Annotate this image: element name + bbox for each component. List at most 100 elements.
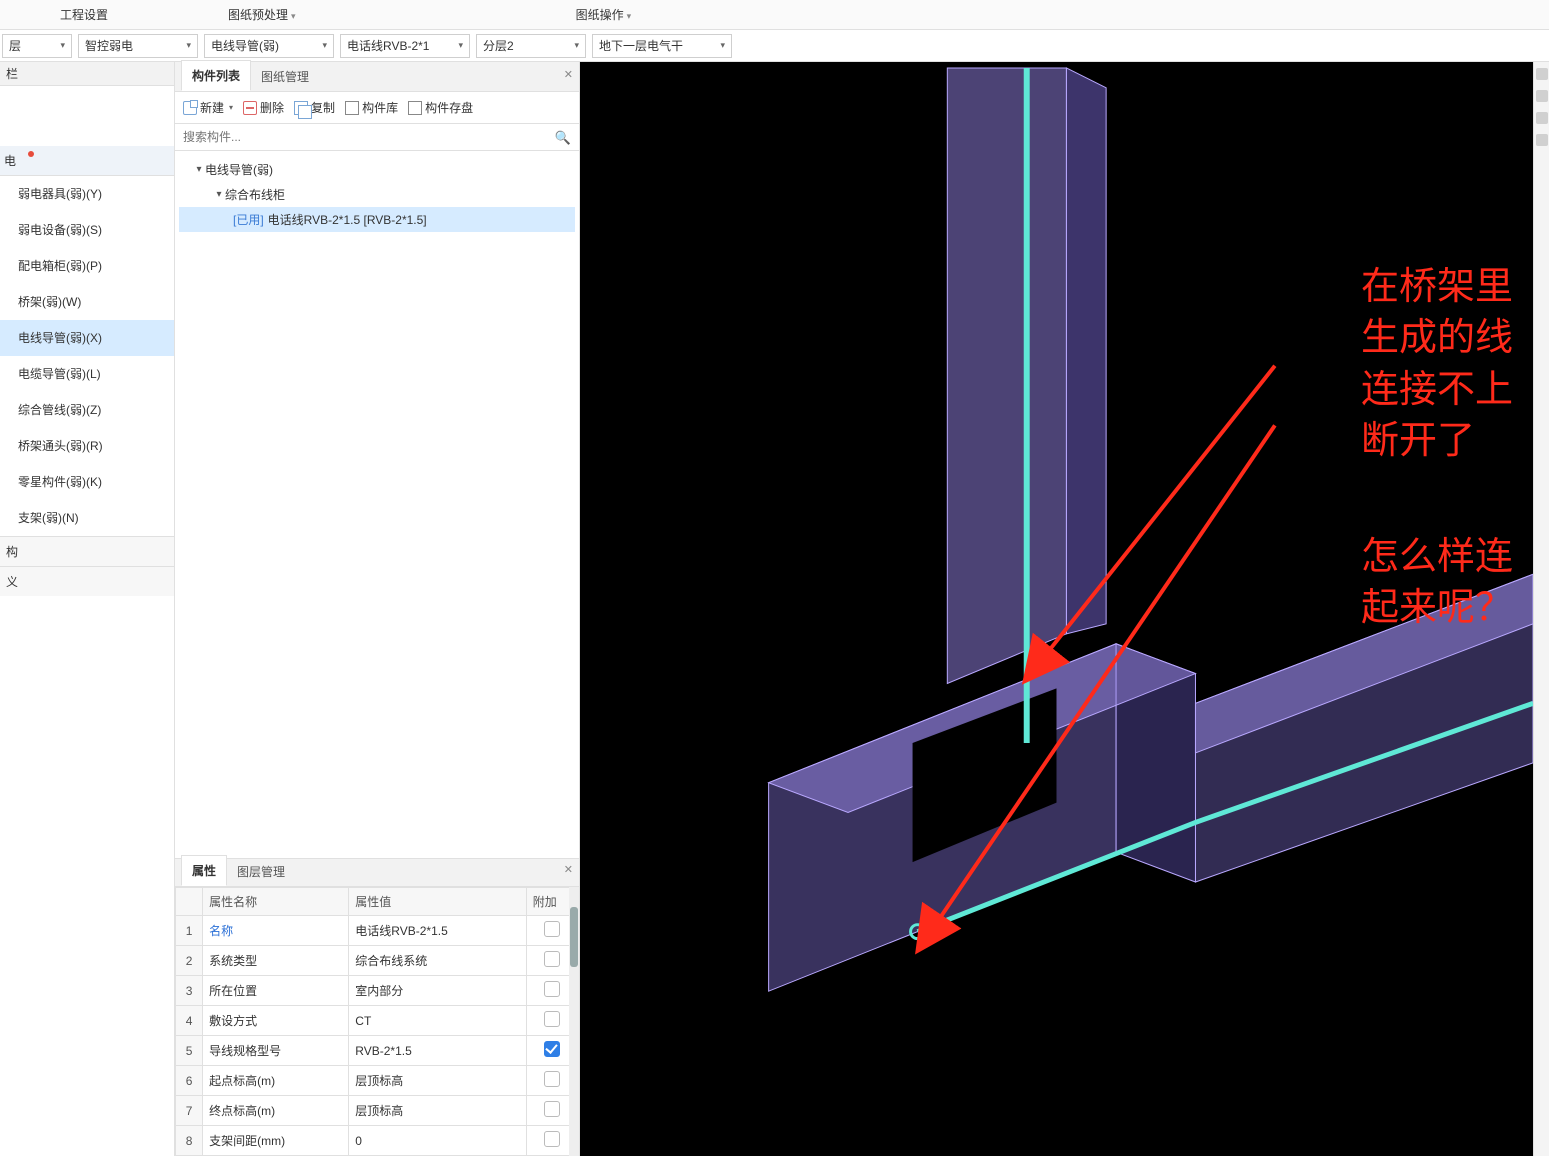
- checkbox[interactable]: [544, 1131, 560, 1147]
- save-icon: [408, 101, 422, 115]
- checkbox[interactable]: [544, 921, 560, 937]
- search-icon[interactable]: 🔍: [555, 130, 571, 146]
- prop-value[interactable]: 层顶标高: [349, 1096, 526, 1126]
- row-number: 4: [176, 1006, 203, 1036]
- nav-item[interactable]: 零星构件(弱)(K): [0, 464, 174, 500]
- table-row[interactable]: 2系统类型综合布线系统: [176, 946, 579, 976]
- tree-leaf[interactable]: [已用]电话线RVB-2*1.5 [RVB-2*1.5]: [179, 207, 575, 232]
- table-row[interactable]: 7终点标高(m)层顶标高: [176, 1096, 579, 1126]
- annotation-text: 在桥架里 生成的线 连接不上 断开了: [1361, 262, 1513, 467]
- nav-item[interactable]: 配电箱柜(弱)(P): [0, 248, 174, 284]
- tab-layer-manage[interactable]: 图层管理: [227, 857, 295, 886]
- checkbox[interactable]: [544, 981, 560, 997]
- prop-name: 起点标高(m): [203, 1066, 349, 1096]
- caret-down-icon: ▾: [193, 164, 205, 175]
- checkbox[interactable]: [544, 951, 560, 967]
- dropdown-drawing[interactable]: 地下一层电气干▾: [592, 34, 732, 58]
- viewport-3d[interactable]: 在桥架里 生成的线 连接不上 断开了 怎么样连 起来呢？: [580, 62, 1533, 1156]
- nav-item[interactable]: 弱电器具(弱)(Y): [0, 176, 174, 212]
- table-row[interactable]: 8支架间距(mm)0: [176, 1126, 579, 1156]
- checkbox[interactable]: [544, 1071, 560, 1087]
- table-row[interactable]: 6起点标高(m)层顶标高: [176, 1066, 579, 1096]
- prop-name: 终点标高(m): [203, 1096, 349, 1126]
- nav-item[interactable]: 桥架通头(弱)(R): [0, 428, 174, 464]
- component-tree: ▾电线导管(弱) ▾综合布线柜 [已用]电话线RVB-2*1.5 [RVB-2*…: [175, 151, 579, 858]
- toolstrip-icon[interactable]: [1536, 68, 1548, 80]
- nav-item[interactable]: 弱电设备(弱)(S): [0, 212, 174, 248]
- row-number: 8: [176, 1126, 203, 1156]
- table-row[interactable]: 5导线规格型号RVB-2*1.5: [176, 1036, 579, 1066]
- annotation-text: 怎么样连 起来呢？: [1361, 532, 1513, 635]
- chevron-down-icon: ▾: [60, 40, 65, 51]
- search-input[interactable]: [175, 124, 579, 150]
- left-footer-item[interactable]: 义: [0, 566, 174, 596]
- prop-name: 敷设方式: [203, 1006, 349, 1036]
- close-icon[interactable]: ✕: [564, 863, 573, 876]
- menu-drawing-preprocess[interactable]: 图纸预处理▾: [168, 6, 356, 23]
- table-header: 属性值: [349, 888, 526, 916]
- prop-value[interactable]: 综合布线系统: [349, 946, 526, 976]
- chevron-down-icon: ▾: [627, 11, 632, 21]
- scrollbar-thumb[interactable]: [570, 907, 578, 967]
- properties-panel: 属性 图层管理 ✕ 属性名称 属性值 附加 1名称电话线RVB-2*1.52: [175, 858, 579, 1156]
- row-number: 6: [176, 1066, 203, 1096]
- prop-value[interactable]: RVB-2*1.5: [349, 1036, 526, 1066]
- table-header: [176, 888, 203, 916]
- new-icon: [183, 101, 197, 115]
- search-box: 🔍: [175, 124, 579, 151]
- prop-value[interactable]: CT: [349, 1006, 526, 1036]
- checkbox[interactable]: [544, 1011, 560, 1027]
- prop-name: 所在位置: [203, 976, 349, 1006]
- library-icon: [345, 101, 359, 115]
- tab-component-list[interactable]: 构件列表: [181, 60, 251, 91]
- menubar: 工程设置 图纸预处理▾ 图纸操作▾: [0, 0, 1549, 30]
- prop-value[interactable]: 0: [349, 1126, 526, 1156]
- nav-item[interactable]: 电缆导管(弱)(L): [0, 356, 174, 392]
- prop-tabs: 属性 图层管理 ✕: [175, 859, 579, 887]
- tab-drawing-manage[interactable]: 图纸管理: [251, 62, 319, 91]
- table-row[interactable]: 3所在位置室内部分: [176, 976, 579, 1006]
- save-button[interactable]: 构件存盘: [408, 99, 473, 116]
- tree-node[interactable]: ▾综合布线柜: [179, 182, 575, 207]
- close-icon[interactable]: ✕: [564, 68, 573, 81]
- toolstrip-icon[interactable]: [1536, 134, 1548, 146]
- nav-item[interactable]: 支架(弱)(N): [0, 500, 174, 536]
- dropdown-layer[interactable]: 分层2▾: [476, 34, 586, 58]
- used-tag: [已用]: [233, 211, 264, 228]
- menu-project-settings[interactable]: 工程设置: [0, 6, 168, 23]
- prop-value[interactable]: 室内部分: [349, 976, 526, 1006]
- dropdown-system[interactable]: 智控弱电▾: [78, 34, 198, 58]
- chevron-down-icon: ▾: [720, 40, 725, 51]
- tab-properties[interactable]: 属性: [181, 855, 227, 886]
- table-row[interactable]: 4敷设方式CT: [176, 1006, 579, 1036]
- dropdown-component-type[interactable]: 电线导管(弱)▾: [204, 34, 334, 58]
- left-section-header[interactable]: 电: [0, 146, 174, 176]
- scrollbar[interactable]: [569, 887, 579, 1156]
- dropdown-cable[interactable]: 电话线RVB-2*1▾: [340, 34, 470, 58]
- checkbox[interactable]: [544, 1101, 560, 1117]
- nav-item[interactable]: 电线导管(弱)(X): [0, 320, 174, 356]
- nav-item[interactable]: 综合管线(弱)(Z): [0, 392, 174, 428]
- nav-item[interactable]: 桥架(弱)(W): [0, 284, 174, 320]
- prop-value[interactable]: 电话线RVB-2*1.5: [349, 916, 526, 946]
- right-toolstrip: [1533, 62, 1549, 1156]
- prop-name: 导线规格型号: [203, 1036, 349, 1066]
- tree-node[interactable]: ▾电线导管(弱): [179, 157, 575, 182]
- table-row[interactable]: 1名称电话线RVB-2*1.5: [176, 916, 579, 946]
- copy-button[interactable]: 复制: [294, 99, 335, 116]
- nav-list: 弱电器具(弱)(Y) 弱电设备(弱)(S) 配电箱柜(弱)(P) 桥架(弱)(W…: [0, 176, 174, 536]
- new-button[interactable]: 新建▾: [183, 99, 233, 116]
- dropdown-floor[interactable]: 层▾: [2, 34, 72, 58]
- component-panel: 构件列表 图纸管理 ✕ 新建▾ 删除 复制 构件库 构件存盘 🔍 ▾电线导管(弱…: [175, 62, 580, 1156]
- delete-button[interactable]: 删除: [243, 99, 284, 116]
- mid-tabs: 构件列表 图纸管理 ✕: [175, 62, 579, 92]
- chevron-down-icon: ▾: [574, 40, 579, 51]
- table-header: 属性名称: [203, 888, 349, 916]
- prop-value[interactable]: 层顶标高: [349, 1066, 526, 1096]
- toolstrip-icon[interactable]: [1536, 90, 1548, 102]
- menu-drawing-operate[interactable]: 图纸操作▾: [356, 6, 692, 23]
- checkbox[interactable]: [544, 1041, 560, 1057]
- toolstrip-icon[interactable]: [1536, 112, 1548, 124]
- left-footer-item[interactable]: 构: [0, 536, 174, 566]
- library-button[interactable]: 构件库: [345, 99, 398, 116]
